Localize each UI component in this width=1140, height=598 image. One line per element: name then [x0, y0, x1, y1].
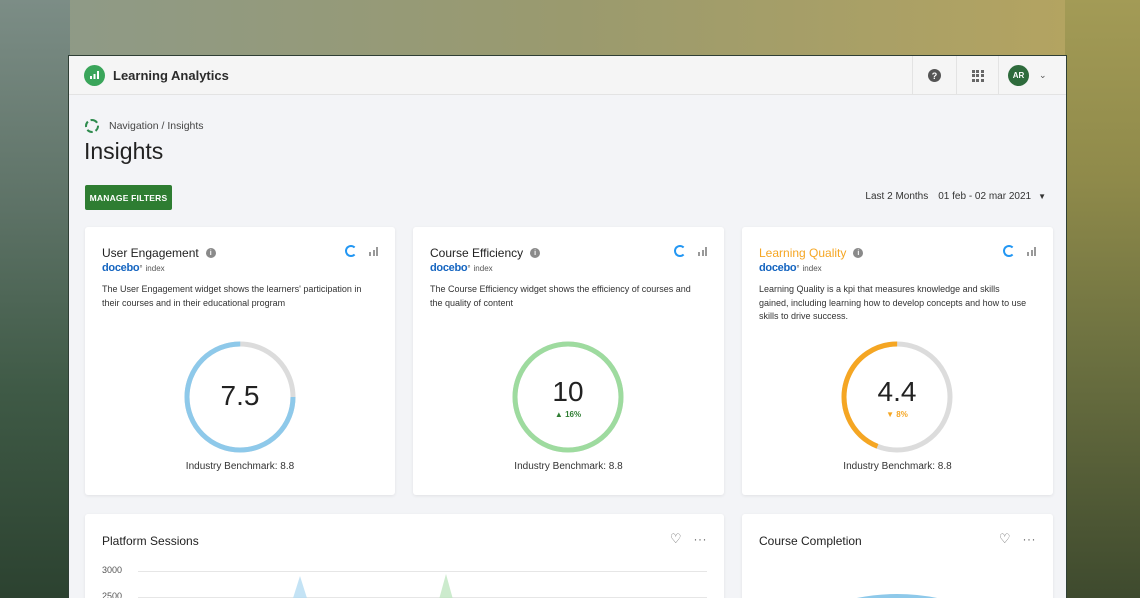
- card-view-toggle: [674, 245, 707, 257]
- card-view-toggle: [345, 245, 378, 257]
- brand-mark: °: [139, 264, 143, 273]
- brand-suffix: index: [145, 264, 165, 273]
- kpi-card-learning-quality: Learning Quality i docebo ° index Learni…: [742, 227, 1053, 495]
- brand-logo: docebo ° index: [759, 262, 822, 274]
- kpi-description: Learning Quality is a kpi that measures …: [759, 284, 1027, 321]
- avatar[interactable]: AR: [1008, 65, 1029, 86]
- kpi-card-course-efficiency: Course Efficiency i docebo ° index The C…: [413, 227, 724, 495]
- grid-icon: [971, 69, 984, 82]
- kpi-value-block: 10 ▲ 16%: [510, 339, 626, 455]
- info-icon[interactable]: i: [205, 248, 216, 258]
- kpi-title-text: Course Efficiency: [430, 246, 524, 260]
- app-logo-icon[interactable]: [84, 64, 105, 86]
- bars-logo-icon: [89, 71, 99, 79]
- donut-view-icon[interactable]: [1003, 245, 1015, 257]
- sessions-peak-blue: [293, 576, 307, 598]
- brand-mark: °: [467, 264, 471, 273]
- info-icon[interactable]: i: [853, 248, 864, 258]
- topbar-actions: ? AR ⌄: [912, 56, 1066, 95]
- brand-name: docebo: [430, 262, 468, 274]
- chevron-down-icon[interactable]: ⌄: [1039, 70, 1047, 81]
- loader-icon: [85, 119, 99, 133]
- industry-benchmark: Industry Benchmark: 8.8: [514, 461, 623, 472]
- industry-benchmark: Industry Benchmark: 8.8: [843, 461, 952, 472]
- kpi-trend: ▲ 16%: [554, 409, 582, 419]
- breadcrumb: Navigation / Insights: [85, 119, 204, 133]
- donut-view-icon[interactable]: [674, 245, 686, 257]
- brand-name: docebo: [759, 262, 797, 274]
- kpi-value: 10: [552, 375, 584, 407]
- kpi-card-user-engagement: User Engagement i docebo ° index The Use…: [85, 227, 395, 495]
- apps-button[interactable]: [956, 56, 998, 95]
- app-window: Learning Analytics ? AR ⌄ Navigation / I…: [68, 55, 1067, 598]
- kpi-description: The User Engagement widget shows the lea…: [102, 284, 362, 308]
- info-icon[interactable]: i: [530, 248, 541, 258]
- page-title: Insights: [84, 138, 164, 164]
- manage-filters-button[interactable]: MANAGE FILTERS: [85, 185, 172, 210]
- bar-chart-icon[interactable]: [1027, 246, 1036, 256]
- brand-suffix: index: [473, 264, 493, 273]
- kpi-title: Course Efficiency i: [430, 246, 541, 260]
- completion-chart: [856, 594, 938, 598]
- kpi-trend: ▼ 8%: [886, 409, 908, 419]
- top-bar: Learning Analytics ? AR ⌄: [69, 56, 1066, 95]
- industry-benchmark: Industry Benchmark: 8.8: [185, 461, 295, 472]
- background-top: [0, 0, 1140, 56]
- breadcrumb-text[interactable]: Navigation / Insights: [109, 120, 204, 132]
- kpi-title-text: Learning Quality: [759, 246, 847, 260]
- bar-chart-icon[interactable]: [369, 246, 378, 256]
- bar-chart-icon[interactable]: [698, 246, 707, 256]
- sessions-chart: [293, 574, 453, 598]
- question-icon: ?: [928, 69, 941, 82]
- date-range-value: 01 feb - 02 mar 2021: [938, 191, 1032, 202]
- kpi-title: Learning Quality i: [759, 246, 864, 260]
- date-preset: Last 2 Months: [865, 191, 929, 202]
- brand-name: docebo: [102, 262, 140, 274]
- brand-suffix: index: [802, 264, 822, 273]
- sessions-peak-green: [439, 574, 453, 598]
- background-right: [1065, 0, 1140, 598]
- caret-down-icon: ▼: [1038, 192, 1046, 201]
- kpi-value: 4.4: [877, 375, 917, 407]
- date-range-selector[interactable]: Last 2 Months 01 feb - 02 mar 2021 ▼: [865, 191, 1046, 202]
- platform-sessions-card: Platform Sessions ♡ ··· 3000 2500: [85, 514, 724, 598]
- kpi-value: 7.5: [220, 380, 260, 411]
- kpi-value-block: 4.4 ▼ 8%: [839, 339, 955, 455]
- app-title: Learning Analytics: [113, 67, 229, 83]
- card-view-toggle: [1003, 245, 1036, 257]
- kpi-title: User Engagement i: [102, 246, 216, 260]
- kpi-description: The Course Efficiency widget shows the e…: [430, 284, 691, 308]
- brand-logo: docebo ° index: [102, 262, 165, 274]
- user-menu[interactable]: AR ⌄: [998, 56, 1066, 95]
- help-button[interactable]: ?: [912, 56, 956, 95]
- background-left: [0, 0, 70, 598]
- donut-view-icon[interactable]: [345, 245, 357, 257]
- kpi-title-text: User Engagement: [102, 246, 199, 260]
- kpi-value-block: 7.5: [182, 339, 298, 455]
- brand-logo: docebo ° index: [430, 262, 493, 274]
- brand-mark: °: [796, 264, 800, 273]
- course-completion-card: Course Completion ♡ ···: [742, 514, 1053, 598]
